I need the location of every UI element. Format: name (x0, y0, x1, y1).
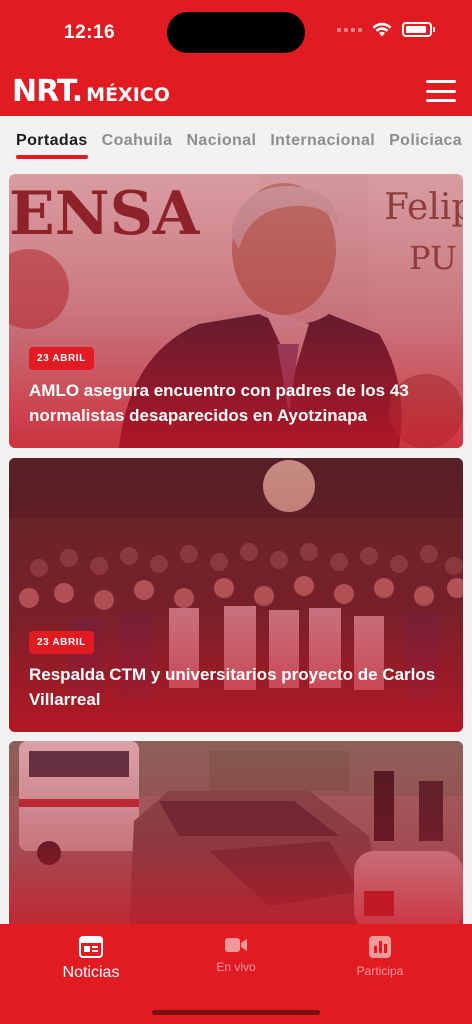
home-indicator[interactable] (152, 1010, 320, 1015)
wifi-icon (372, 22, 392, 37)
tab-policiaca[interactable]: Policiaca (389, 132, 462, 150)
category-tabs: Portadas Coahuila Nacional Internacional… (0, 116, 472, 168)
nav-noticias[interactable]: Noticias (31, 936, 151, 982)
tab-coahuila[interactable]: Coahuila (102, 132, 173, 150)
date-badge: 23 ABRIL (29, 347, 94, 370)
newspaper-icon (79, 936, 103, 958)
brand-name: NRT. (12, 74, 83, 109)
article-title: Respalda CTM y universitarios proyecto d… (29, 665, 436, 709)
hamburger-menu-icon[interactable] (426, 80, 456, 102)
tab-internacional[interactable]: Internacional (270, 132, 375, 150)
dynamic-island (167, 12, 305, 53)
video-camera-icon (225, 938, 247, 952)
brand-logo[interactable]: NRT. MÉXICO (12, 74, 170, 109)
bottom-nav: Noticias En vivo Participa (0, 924, 472, 1024)
tab-portadas[interactable]: Portadas (16, 132, 88, 159)
battery-icon (402, 22, 435, 37)
nav-label: Participa (356, 964, 404, 978)
article-card[interactable]: ENSA Felip PU 23 ABRIL AMLO asegura encu… (9, 174, 463, 448)
tab-nacional[interactable]: Nacional (186, 132, 256, 150)
brand-region: MÉXICO (86, 84, 170, 106)
cellular-signal-icon (337, 27, 362, 32)
nav-en-vivo[interactable]: En vivo (176, 936, 296, 974)
status-time: 12:16 (64, 22, 116, 43)
bar-chart-icon (369, 936, 391, 958)
article-card[interactable]: 23 ABRIL Respalda CTM y universitarios p… (9, 458, 463, 732)
date-badge: 23 ABRIL (29, 631, 94, 654)
article-card[interactable] (9, 741, 463, 931)
nav-label: En vivo (216, 960, 256, 974)
photo-overlay (9, 741, 463, 931)
app-header: 12:16 NRT. MÉXICO (0, 0, 472, 116)
article-title: AMLO asegura encuentro con padres de los… (29, 381, 409, 425)
status-icons (337, 22, 435, 37)
nav-participa[interactable]: Participa (320, 936, 440, 978)
nav-label: Noticias (62, 964, 120, 981)
